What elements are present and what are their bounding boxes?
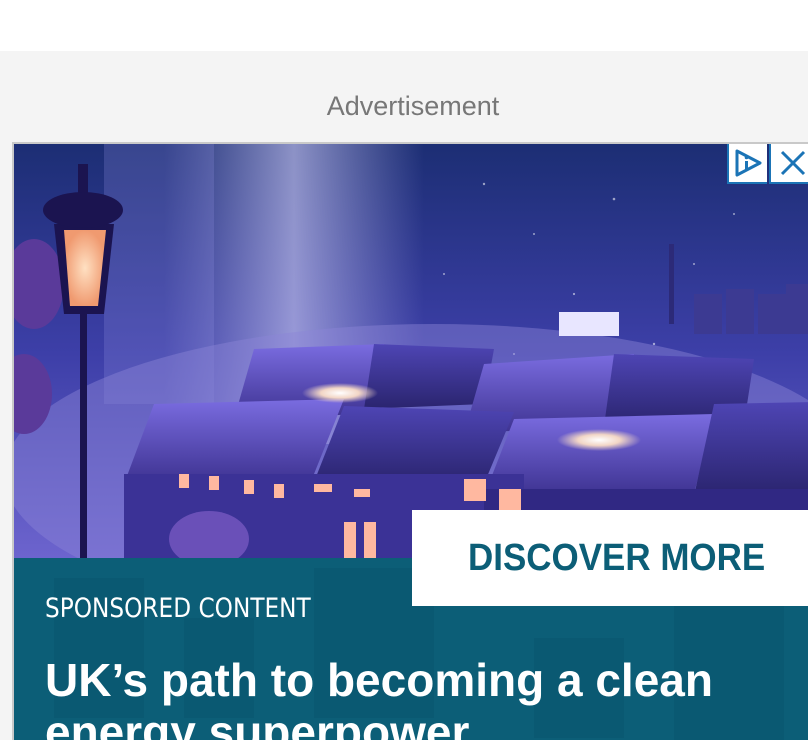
discover-more-button[interactable]: DISCOVER MORE [412, 510, 808, 606]
close-x-icon [780, 150, 805, 176]
sponsored-content-label: SPONSORED CONTENT [45, 593, 311, 624]
ad-banner[interactable]: DISCOVER MORE SPONSORED CONTENT UK’s pat… [12, 142, 808, 740]
ad-headline[interactable]: UK’s path to becoming a clean energy sup… [45, 654, 785, 740]
close-ad-icon[interactable] [769, 144, 808, 184]
ad-illustration[interactable] [14, 144, 808, 564]
adchoices-icon[interactable] [727, 144, 767, 184]
adchoices-triangle-icon [735, 149, 762, 177]
page: Advertisement DISCOVER MORE SPONSORED CO… [0, 0, 808, 740]
advertisement-label: Advertisement [326, 91, 500, 121]
discover-more-label: DISCOVER MORE [468, 536, 766, 579]
